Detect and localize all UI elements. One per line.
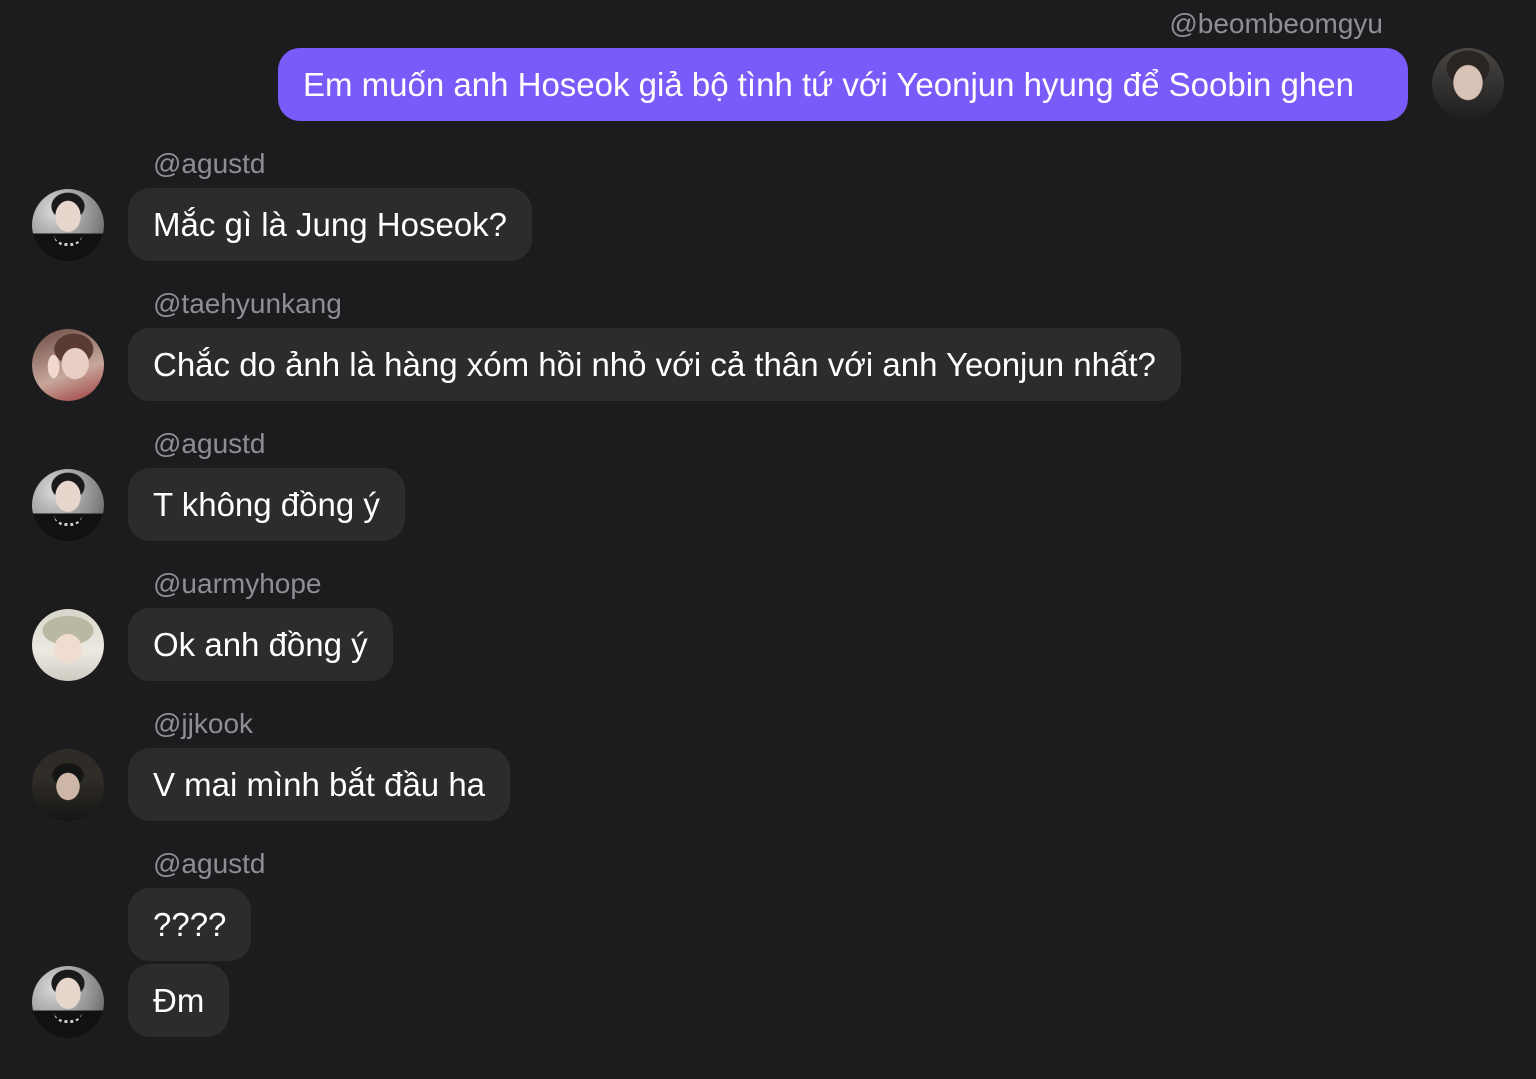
sender-username[interactable]: @beombeomgyu <box>1169 8 1383 40</box>
sender-username[interactable]: @jjkook <box>153 708 253 740</box>
sender-username[interactable]: @agustd <box>153 148 266 180</box>
agustd-avatar[interactable] <box>32 189 104 261</box>
sender-username[interactable]: @agustd <box>153 428 266 460</box>
sender-username[interactable]: @taehyunkang <box>153 288 342 320</box>
message-bubble[interactable]: Đm <box>128 964 230 1037</box>
uarmyhope-avatar[interactable] <box>32 609 104 681</box>
message-bubble[interactable]: Chắc do ảnh là hàng xóm hồi nhỏ với cả t… <box>128 328 1181 401</box>
taehyun-avatar[interactable] <box>32 329 104 401</box>
message-bubble[interactable]: V mai mình bắt đầu ha <box>128 748 511 821</box>
beomgyu-avatar[interactable] <box>1432 48 1504 120</box>
sender-username[interactable]: @agustd <box>153 848 266 880</box>
chat-thread: @beombeomgyu Em muốn anh Hoseok giả bộ t… <box>0 0 1536 1079</box>
jjkook-avatar[interactable] <box>32 749 104 821</box>
message-bubble[interactable]: ???? <box>128 888 252 961</box>
agustd-avatar[interactable] <box>32 966 104 1038</box>
message-bubble[interactable]: Mắc gì là Jung Hoseok? <box>128 188 533 261</box>
message-bubble-outgoing[interactable]: Em muốn anh Hoseok giả bộ tình tứ với Ye… <box>278 48 1408 121</box>
sender-username[interactable]: @uarmyhope <box>153 568 322 600</box>
agustd-avatar[interactable] <box>32 469 104 541</box>
message-bubble[interactable]: T không đồng ý <box>128 468 405 541</box>
message-bubble[interactable]: Ok anh đồng ý <box>128 608 393 681</box>
